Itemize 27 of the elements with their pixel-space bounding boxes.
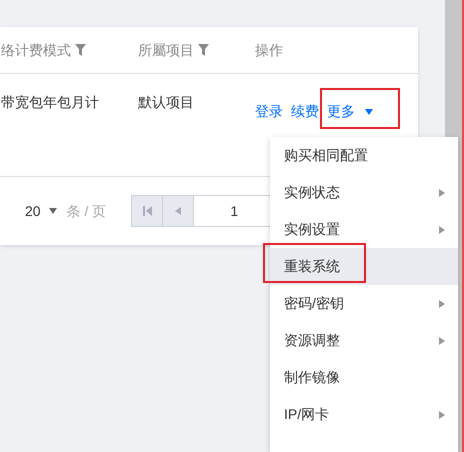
menu-item[interactable]: 实例状态 — [270, 174, 458, 211]
menu-item[interactable]: 密码/密钥 — [270, 285, 458, 322]
more-button[interactable]: 更多 — [327, 101, 373, 122]
submenu-arrow-icon — [438, 410, 446, 418]
menu-item[interactable]: 制作镜像 — [270, 359, 458, 396]
column-header: 操作 — [255, 40, 283, 60]
menu-item[interactable]: 实例设置 — [270, 211, 458, 248]
menu-item[interactable]: 资源调整 — [270, 322, 458, 359]
submenu-arrow-icon — [438, 226, 446, 234]
table-cell: 带宽包年包月计 — [1, 94, 99, 110]
caret-icon — [365, 108, 373, 116]
column-header: 络计费模式 — [1, 40, 71, 60]
page-size-unit: 条 / 页 — [66, 202, 106, 220]
submenu-arrow-icon — [438, 336, 446, 344]
caret-icon — [48, 207, 57, 215]
column-header: 所屬项目 — [138, 40, 194, 60]
menu-item[interactable]: 购买相同配置 — [270, 137, 458, 174]
submenu-arrow-icon — [438, 300, 446, 308]
action-link[interactable]: 登录 — [255, 101, 283, 122]
action-link[interactable]: 续费 — [291, 101, 319, 122]
submenu-arrow-icon — [438, 188, 446, 196]
menu-item[interactable]: 重装系统 — [270, 248, 458, 285]
filter-icon[interactable] — [198, 44, 209, 56]
filter-icon[interactable] — [75, 44, 86, 56]
menu-item[interactable]: IP/网卡 — [270, 396, 458, 433]
table-cell: 默认项目 — [138, 94, 194, 110]
page-size-select[interactable]: 20 — [25, 200, 57, 222]
